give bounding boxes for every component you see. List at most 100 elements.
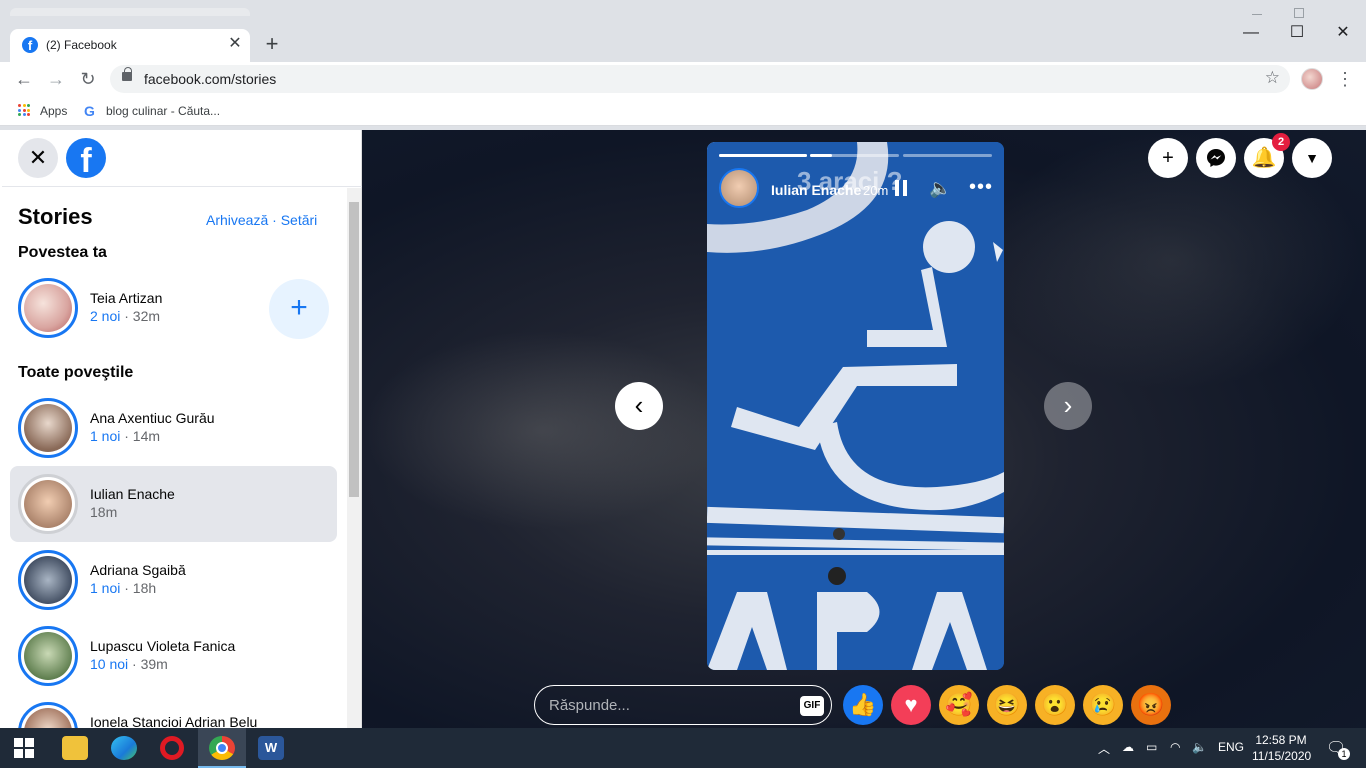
gif-button[interactable]: GIF xyxy=(800,696,824,716)
background-window-tab xyxy=(10,8,250,16)
new-tab-button[interactable]: + xyxy=(260,32,284,56)
browser-menu-icon[interactable]: ⋮ xyxy=(1336,67,1354,91)
facebook-favicon-icon: f xyxy=(22,37,38,53)
previous-story-button[interactable]: ‹ xyxy=(615,382,663,430)
word-icon[interactable]: W xyxy=(258,736,284,760)
bookmark-blog-culinar[interactable]: blog culinar - Căuta... xyxy=(106,104,220,118)
apps-grid-icon xyxy=(18,104,30,116)
progress-fill xyxy=(719,154,807,157)
battery-icon[interactable]: ▭ xyxy=(1146,740,1157,754)
reaction-care-icon[interactable]: 🥰 xyxy=(939,685,979,725)
account-menu-icon[interactable]: ▼ xyxy=(1292,138,1332,178)
edge-icon[interactable] xyxy=(111,736,137,760)
all-stories-heading: Toate poveştile xyxy=(18,364,134,381)
settings-link[interactable]: Setări xyxy=(281,212,318,228)
taskbar-clock[interactable]: 12:58 PM 11/15/2020 xyxy=(1252,732,1312,764)
wifi-icon[interactable]: ◠ xyxy=(1170,740,1180,754)
sidebar-scrollbar[interactable] xyxy=(347,188,361,728)
avatar xyxy=(18,626,78,686)
clock-date: 11/15/2020 xyxy=(1252,749,1312,763)
story-card[interactable]: 3 araci ? Iulian Enache 20m 🔈 ••• xyxy=(707,142,1004,670)
stories-sidebar: ✕ f Stories Arhivează · Setări Povestea … xyxy=(2,130,362,728)
close-window-button[interactable]: ✕ xyxy=(1320,22,1366,44)
file-explorer-icon[interactable] xyxy=(62,736,88,760)
back-button[interactable]: ← xyxy=(12,67,36,91)
language-indicator[interactable]: ENG xyxy=(1218,740,1244,754)
story-author-name: Lupascu Violeta Fanica xyxy=(90,638,236,654)
maximize-button[interactable]: ☐ xyxy=(1274,22,1320,44)
speaker-icon[interactable]: 🔈 xyxy=(1192,740,1207,754)
clock-time: 12:58 PM xyxy=(1255,733,1307,747)
avatar xyxy=(18,474,78,534)
reaction-love-icon[interactable]: ♥ xyxy=(891,685,931,725)
reply-input[interactable]: Răspunde... GIF xyxy=(534,685,832,725)
story-row[interactable]: Adriana Sgaibă 1 noi · 18h xyxy=(10,542,337,618)
windows-taskbar: W ︿ ☁ ▭ ◠ 🔈 ENG 12:58 PM 11/15/2020 🗨 1 xyxy=(0,728,1366,768)
story-row-active[interactable]: Iulian Enache 18m xyxy=(10,466,337,542)
story-new-count: 2 noi xyxy=(90,308,121,324)
story-time: · 39m xyxy=(132,656,168,672)
browser-toolbar: ← → ↻ facebook.com/stories ☆ ⋮ xyxy=(0,62,1366,96)
story-author-avatar[interactable] xyxy=(719,168,759,208)
messenger-icon[interactable] xyxy=(1196,138,1236,178)
reply-placeholder: Răspunde... xyxy=(549,697,630,714)
avatar xyxy=(18,398,78,458)
story-time: · 14m xyxy=(124,428,161,444)
bookmarks-bar: Apps G blog culinar - Căuta... xyxy=(0,96,1366,126)
url-text[interactable]: facebook.com/stories xyxy=(144,71,276,87)
story-author-name: Teia Artizan xyxy=(90,290,163,306)
reaction-wow-icon[interactable]: 😮 xyxy=(1035,685,1075,725)
links-separator: · xyxy=(272,212,277,228)
scrollbar-thumb[interactable] xyxy=(349,202,359,497)
story-row[interactable]: Ionela Stancioi Adrian Belu xyxy=(10,694,337,728)
close-stories-button[interactable]: ✕ xyxy=(18,138,58,178)
progress-bar-2 xyxy=(810,154,899,157)
archive-link[interactable]: Arhivează xyxy=(206,212,268,228)
volume-icon[interactable]: 🔈 xyxy=(929,178,951,199)
pause-icon[interactable] xyxy=(895,180,909,196)
reaction-angry-icon[interactable]: 😡 xyxy=(1131,685,1171,725)
story-viewer: 3 araci ? Iulian Enache 20m 🔈 ••• ‹ › + … xyxy=(362,130,1366,728)
next-story-button[interactable]: › xyxy=(1044,382,1092,430)
facebook-stories-page: ✕ f Stories Arhivează · Setări Povestea … xyxy=(0,130,1366,728)
story-author-name: Ana Axentiuc Gurău xyxy=(90,410,215,426)
stories-links: Arhivează · Setări xyxy=(206,212,317,228)
story-author-name: Ionela Stancioi Adrian Belu xyxy=(90,714,258,728)
bookmark-star-icon[interactable]: ☆ xyxy=(1265,68,1280,88)
bg-minimize-icon xyxy=(1252,14,1262,15)
network-off-icon[interactable]: ☁ xyxy=(1122,740,1134,754)
chrome-icon[interactable] xyxy=(209,736,235,760)
story-author-name: Iulian Enache xyxy=(90,486,175,502)
create-button[interactable]: + xyxy=(1148,138,1188,178)
opera-icon[interactable] xyxy=(160,736,184,760)
browser-tabstrip: f (2) Facebook ✕ + — ☐ ✕ xyxy=(0,0,1366,62)
reaction-sad-icon[interactable]: 😢 xyxy=(1083,685,1123,725)
notifications-badge: 2 xyxy=(1272,133,1290,151)
stories-title: Stories xyxy=(18,204,93,229)
story-author-name: Adriana Sgaibă xyxy=(90,562,186,578)
story-meta: 10 noi · 39m xyxy=(90,656,168,672)
forward-button[interactable]: → xyxy=(44,67,68,91)
story-author-name[interactable]: Iulian Enache xyxy=(771,182,861,198)
avatar xyxy=(18,278,78,338)
tab-close-icon[interactable]: ✕ xyxy=(226,35,244,53)
story-time: 18m xyxy=(90,504,118,520)
tray-expand-icon[interactable]: ︿ xyxy=(1098,740,1110,757)
reaction-like-icon[interactable]: 👍 xyxy=(843,685,883,725)
story-image xyxy=(707,142,1004,670)
minimize-button[interactable]: — xyxy=(1228,22,1274,44)
facebook-logo-icon[interactable]: f xyxy=(66,138,106,180)
profile-avatar[interactable] xyxy=(1301,68,1323,90)
reload-button[interactable]: ↻ xyxy=(76,67,100,91)
story-row[interactable]: Lupascu Violeta Fanica 10 noi · 39m xyxy=(10,618,337,694)
windows-start-icon[interactable] xyxy=(14,738,34,758)
address-bar[interactable]: facebook.com/stories ☆ xyxy=(110,65,1290,93)
progress-bar-3 xyxy=(903,154,992,157)
story-meta: 2 noi · 32m xyxy=(90,308,160,324)
add-story-button[interactable]: + xyxy=(269,279,329,339)
reaction-haha-icon[interactable]: 😆 xyxy=(987,685,1027,725)
story-row[interactable]: Ana Axentiuc Gurău 1 noi · 14m xyxy=(10,390,337,466)
bookmark-apps[interactable]: Apps xyxy=(40,104,67,118)
browser-tab-facebook[interactable]: f (2) Facebook ✕ xyxy=(10,29,250,62)
more-options-icon[interactable]: ••• xyxy=(969,176,993,199)
